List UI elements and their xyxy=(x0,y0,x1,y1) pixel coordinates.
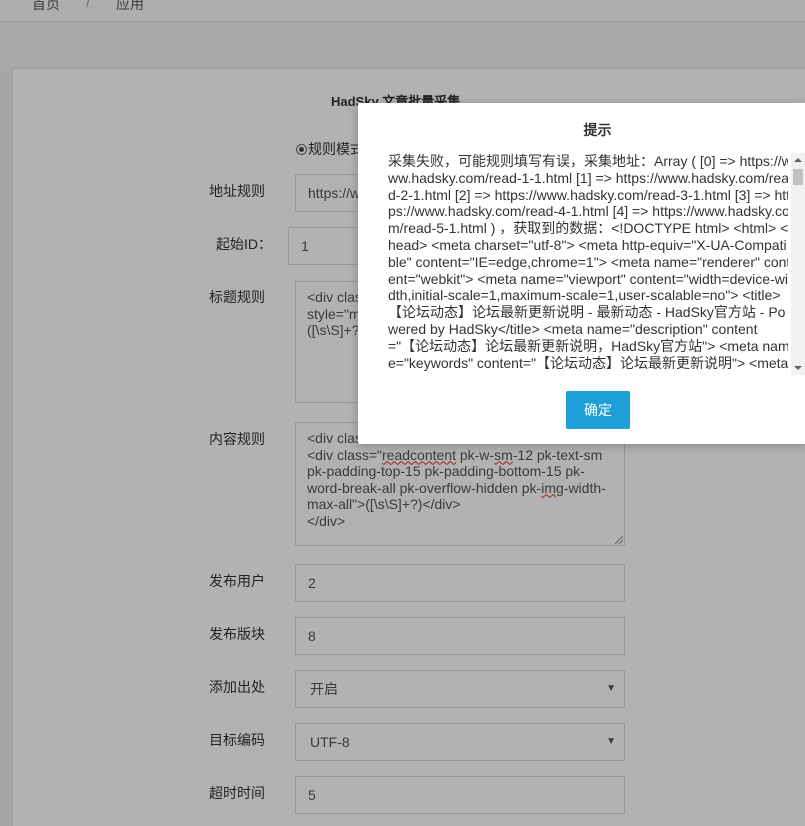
dialog-title: 提示 xyxy=(583,122,612,138)
scroll-thumb[interactable] xyxy=(793,169,803,185)
scroll-up-icon[interactable] xyxy=(791,153,805,167)
scroll-down-icon[interactable] xyxy=(791,361,805,375)
dialog-message: 采集失败，可能规则填写有误，采集地址：Array ( [0] => https:… xyxy=(388,153,788,371)
confirm-button[interactable]: 确定 xyxy=(566,391,630,429)
alert-dialog: 提示 采集失败，可能规则填写有误，采集地址：Array ( [0] => htt… xyxy=(358,103,805,444)
dialog-message-area[interactable]: 采集失败，可能规则填写有误，采集地址：Array ( [0] => https:… xyxy=(388,153,788,375)
dialog-scrollbar[interactable] xyxy=(791,153,805,375)
